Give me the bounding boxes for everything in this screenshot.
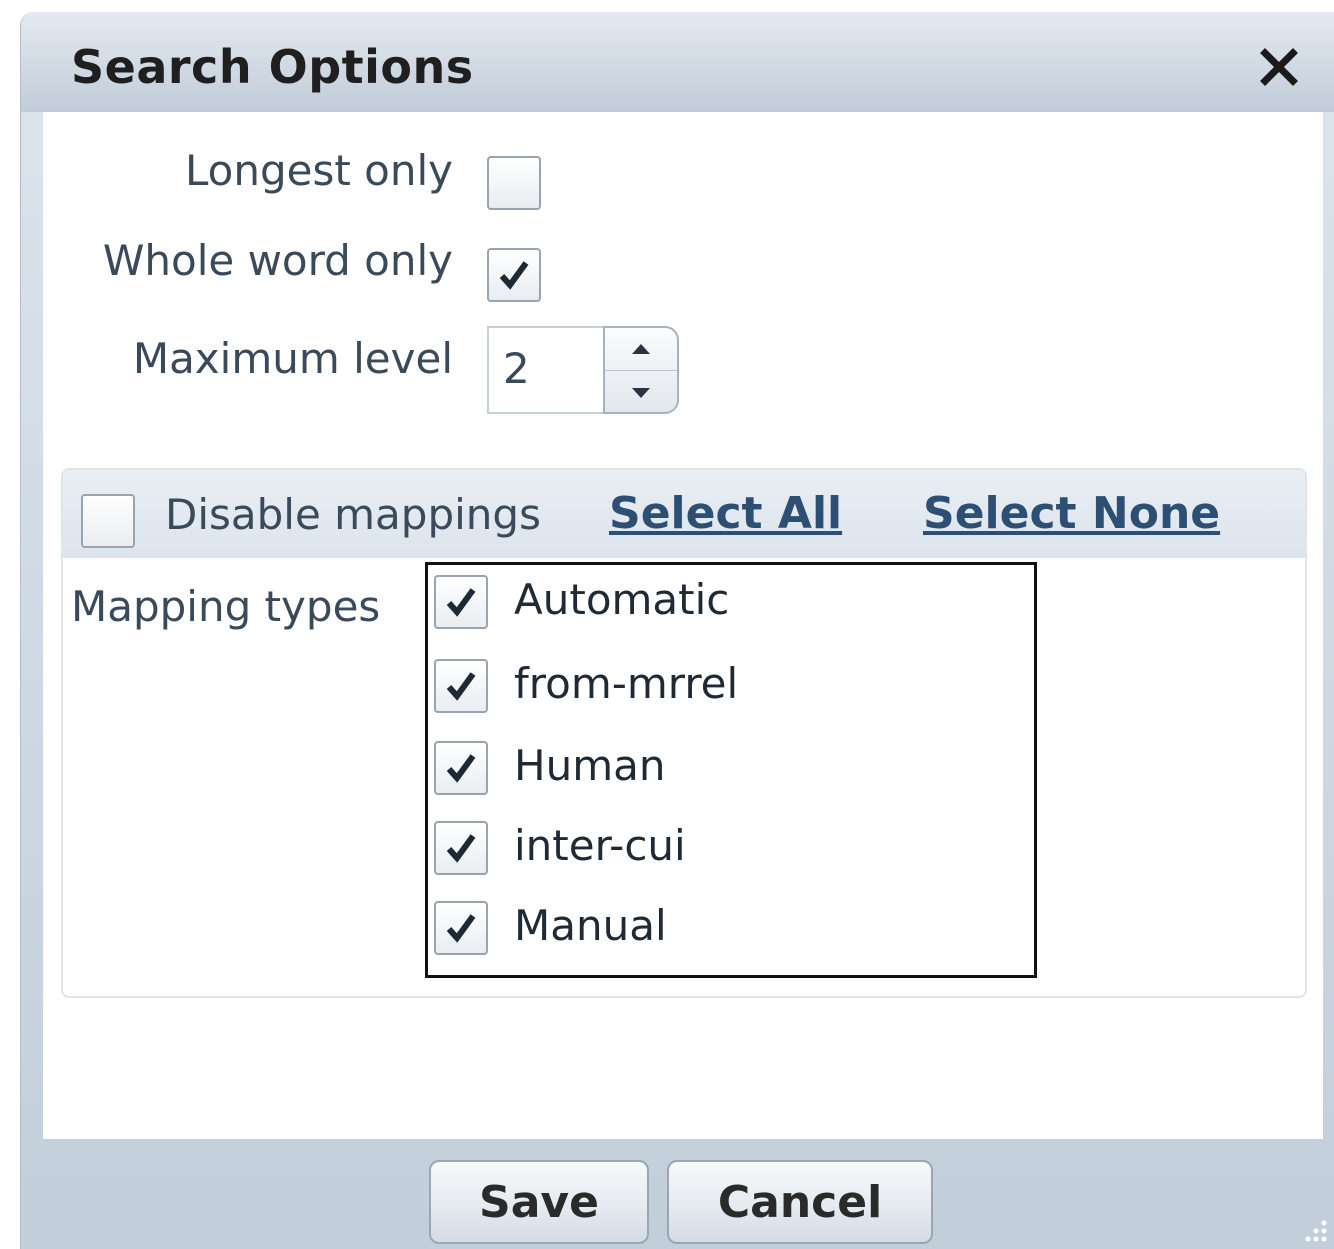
checkmark-icon [446,672,476,701]
save-button[interactable]: Save [429,1160,649,1244]
mapping-types-label: Mapping types [71,582,381,631]
maximum-level-input[interactable]: 2 [487,326,605,414]
cancel-button[interactable]: Cancel [667,1160,933,1244]
mappings-panel: Disable mappings Select All Select None … [61,468,1307,998]
list-item[interactable]: Manual [428,891,1034,971]
chevron-up-icon [632,344,650,354]
mapping-type-checkbox[interactable] [434,821,488,875]
list-item[interactable]: Automatic [428,565,1034,645]
mapping-type-label: from-mrrel [514,659,739,708]
list-item[interactable]: inter-cui [428,811,1034,891]
list-item[interactable]: from-mrrel [428,649,1034,729]
mapping-type-label: inter-cui [514,821,686,870]
search-options-dialog: Search Options Longest only Whole word o… [20,12,1334,1249]
whole-word-only-checkbox[interactable] [487,248,541,302]
mapping-type-checkbox[interactable] [434,659,488,713]
checkmark-icon [446,834,476,863]
stepper-down-button[interactable] [605,371,677,414]
mappings-panel-header: Disable mappings Select All Select None [63,470,1305,558]
dialog-titlebar[interactable]: Search Options [21,12,1334,112]
close-icon[interactable] [1254,42,1304,92]
select-none-link[interactable]: Select None [923,488,1220,539]
mapping-type-checkbox[interactable] [434,741,488,795]
select-all-link[interactable]: Select All [609,488,842,539]
list-item[interactable]: Human [428,731,1034,811]
disable-mappings-checkbox[interactable] [81,494,135,548]
mapping-types-list: Automatic from-mrrel Human inter-cui Man… [425,562,1037,978]
mapping-type-checkbox[interactable] [434,575,488,629]
mapping-type-label: Automatic [514,575,730,624]
checkmark-icon [499,261,529,290]
maximum-level-stepper [603,326,679,414]
checkmark-icon [446,754,476,783]
longest-only-checkbox[interactable] [487,156,541,210]
longest-only-label: Longest only [184,146,453,195]
mapping-type-label: Manual [514,901,667,950]
dialog-body: Longest only Whole word only Maximum lev… [43,112,1323,1139]
mapping-type-checkbox[interactable] [434,901,488,955]
dialog-title: Search Options [71,40,474,94]
checkmark-icon [446,588,476,617]
stepper-up-button[interactable] [605,328,677,371]
resize-grip-icon[interactable] [1290,1205,1330,1245]
chevron-down-icon [632,387,650,398]
checkmark-icon [446,914,476,943]
mapping-type-label: Human [514,741,666,790]
disable-mappings-label: Disable mappings [165,490,541,539]
maximum-level-label: Maximum level [132,334,453,383]
whole-word-only-label: Whole word only [102,236,453,285]
